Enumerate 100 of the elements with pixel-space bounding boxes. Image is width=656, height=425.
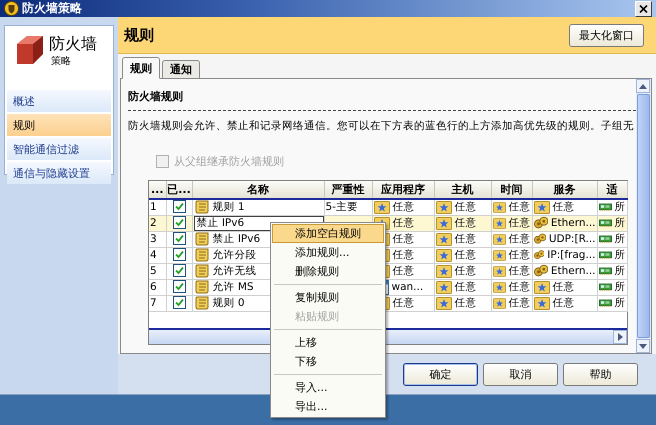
cell-text: 任意 (508, 216, 530, 230)
checkbox[interactable] (172, 296, 186, 309)
network-card-icon (598, 200, 612, 214)
cell-text: 任意 (508, 280, 530, 294)
maximize-window-button[interactable]: 最大化窗口 (569, 24, 644, 46)
network-card-icon (598, 296, 612, 310)
cell-text: 任意 (508, 232, 530, 246)
menu-item[interactable]: 导入... (272, 378, 384, 397)
menu-item[interactable]: 上移 (272, 333, 384, 352)
dialog-button[interactable]: 取消 (483, 362, 558, 386)
gears-icon (534, 216, 548, 230)
sidebar-subtitle: 策略 (51, 55, 72, 68)
menu-item[interactable]: 添加空白规则 (272, 224, 384, 243)
checkbox-label: 从父组继承防火墙规则 (174, 154, 284, 169)
sidebar-item[interactable]: 概述 (7, 90, 111, 112)
cell-text: 任意 (392, 296, 414, 310)
cell-text: 所 (614, 280, 626, 294)
dialog-button[interactable]: 帮助 (563, 362, 638, 386)
section-description: 防火墙规则会允许、禁止和记录网络通信。您可以在下方表的蓝色行的上方添加高优先级的规则。子组无 (128, 119, 635, 133)
cell-text: 任意 (552, 200, 574, 214)
checkbox[interactable] (172, 200, 186, 214)
rule-name: 禁止 IPv6 (212, 232, 260, 246)
close-button[interactable] (635, 0, 652, 16)
checkbox[interactable] (172, 264, 186, 277)
cell-text: 任意 (392, 200, 414, 214)
vertical-scrollbar[interactable] (636, 79, 651, 353)
down-arrow-icon[interactable] (639, 344, 647, 348)
cell-text: Ethern... (550, 217, 596, 229)
page-title: 规则 (124, 26, 154, 44)
network-card-icon (598, 248, 612, 262)
column-header[interactable]: 已... (166, 181, 192, 199)
cell-text: 任意 (454, 264, 476, 278)
sidebar-item[interactable]: 规则 (7, 114, 111, 136)
column-header[interactable]: 主机 (434, 181, 491, 199)
cell-text: 任意 (552, 296, 574, 310)
gears-icon (534, 248, 544, 262)
cell-text: 任意 (392, 216, 414, 230)
rule-name: 规则 0 (212, 296, 245, 310)
tab[interactable]: 规则 (122, 57, 160, 79)
scroll-icon (194, 264, 210, 278)
cell-text: 5 (150, 265, 157, 277)
cell-text: 所 (614, 296, 626, 310)
scroll-icon (194, 232, 210, 246)
checkbox[interactable] (172, 216, 186, 229)
shield-icon (4, 1, 19, 16)
tab[interactable]: 通知 (162, 60, 200, 79)
cell-text: 1 (150, 201, 157, 214)
cell-text: 所 (614, 232, 626, 246)
gears-icon (534, 264, 548, 278)
column-header[interactable]: 服务 (532, 181, 597, 199)
cell-text: 任意 (454, 296, 476, 310)
network-card-icon (598, 232, 612, 246)
rule-name: 允许无线 (212, 264, 256, 278)
cell-text: 所 (614, 216, 626, 230)
column-header[interactable]: 应用程序 (372, 181, 434, 199)
right-arrow-icon[interactable] (618, 332, 622, 340)
up-arrow-icon[interactable] (639, 84, 647, 88)
section-title: 防火墙规则 (128, 89, 636, 111)
cell-text: 4 (150, 249, 157, 261)
cell-text: 所 (614, 200, 626, 214)
column-header[interactable]: ... (149, 181, 166, 199)
rule-name: 允许 MS (212, 280, 254, 294)
column-header[interactable]: 名称 (192, 181, 324, 199)
cell-text: 任意 (552, 280, 574, 294)
checkbox[interactable] (172, 232, 186, 245)
sidebar-item[interactable]: 智能通信过滤 (7, 138, 111, 160)
column-header[interactable]: 时间 (491, 181, 532, 199)
cell-text: 所 (614, 248, 626, 262)
table-row[interactable]: 1 规则 1 5-主要 任意 任意 任意 任意 所 (149, 199, 627, 215)
cell-text: 任意 (508, 200, 530, 214)
cell-text: 任意 (392, 232, 414, 246)
cell-text: 6 (150, 281, 157, 293)
cell-text: 任意 (454, 216, 476, 230)
scroll-icon (194, 248, 210, 262)
cell-text: 7 (150, 297, 157, 309)
cell-text: 任意 (454, 248, 476, 262)
scroll-icon (194, 280, 210, 294)
dialog-button[interactable]: 确定 (403, 362, 478, 386)
cell-text: 任意 (508, 248, 530, 262)
cell-text: 所 (614, 264, 626, 278)
column-header[interactable]: 适 (597, 181, 627, 199)
rule-name: 允许分段 (212, 248, 256, 262)
close-icon (639, 4, 648, 12)
scroll-icon (194, 296, 210, 310)
column-header[interactable]: 严重性 (324, 181, 372, 199)
menu-item[interactable]: 下移 (272, 352, 384, 371)
checkbox[interactable] (172, 280, 186, 293)
cell-text: 任意 (454, 280, 476, 294)
cell-text: 2 (150, 217, 157, 229)
sidebar-title: 防火墙 (49, 34, 97, 54)
menu-item[interactable]: 删除规则 (272, 262, 384, 281)
rule-name: 规则 1 (212, 200, 245, 214)
network-card-icon (598, 280, 612, 294)
cell-text: 任意 (454, 200, 476, 214)
cell-text: UDP:[R... (548, 233, 596, 245)
network-card-icon (598, 216, 612, 230)
cell-text: 3 (150, 233, 157, 245)
sidebar-item[interactable]: 通信与隐藏设置 (7, 162, 111, 184)
checkbox[interactable] (172, 248, 186, 261)
menu-item[interactable]: 导出... (272, 397, 384, 416)
